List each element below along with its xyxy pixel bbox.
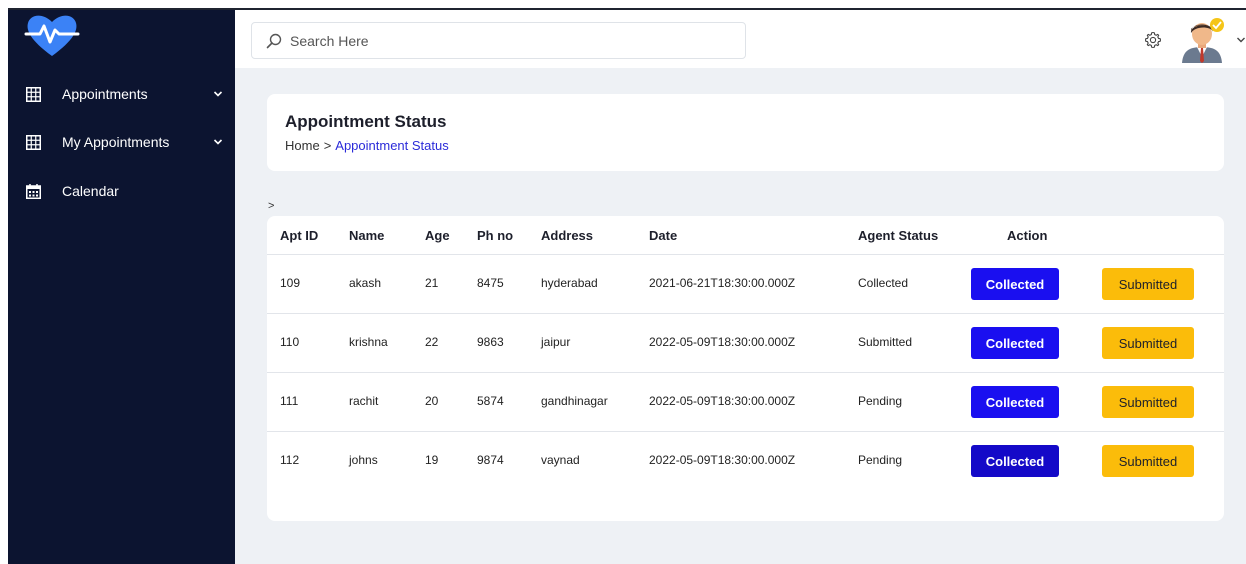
stray-text: >: [268, 200, 275, 212]
cell-address: hyderabad: [541, 276, 598, 290]
page-title: Appointment Status: [285, 112, 447, 131]
chevron-down-icon[interactable]: [1236, 36, 1246, 44]
column-header-date: Date: [649, 228, 678, 243]
user-avatar[interactable]: [1179, 17, 1225, 63]
sidebar: Appointments My Appointments Calendar: [8, 10, 235, 564]
cell-name: akash: [349, 276, 382, 290]
table-row: 111 rachit 20 5874 gandhinagar 2022-05-0…: [267, 373, 1224, 432]
cell-address: vaynad: [541, 453, 580, 467]
collected-button[interactable]: Collected: [971, 445, 1059, 477]
submitted-button[interactable]: Submitted: [1102, 268, 1194, 300]
sidebar-item-my-appointments[interactable]: My Appointments: [8, 127, 235, 157]
cell-age: 22: [425, 335, 439, 349]
cell-apt-id: 110: [280, 335, 300, 349]
collected-button[interactable]: Collected: [971, 386, 1059, 418]
cell-agent-status: Pending: [858, 394, 903, 408]
column-header-action: Action: [1007, 228, 1048, 243]
cell-name: rachit: [349, 394, 379, 408]
cell-age: 21: [425, 276, 439, 290]
cell-date: 2022-05-09T18:30:00.000Z: [649, 453, 796, 467]
search-box[interactable]: [251, 22, 746, 59]
table-row: 112 johns 19 9874 vaynad 2022-05-09T18:3…: [267, 432, 1224, 491]
grid-table-icon: [26, 134, 41, 150]
search-icon: [266, 33, 282, 49]
breadcrumb: Home > Appointment Status: [285, 138, 449, 153]
sidebar-item-appointments[interactable]: Appointments: [8, 79, 235, 109]
submitted-button[interactable]: Submitted: [1102, 327, 1194, 359]
cell-address: jaipur: [541, 335, 571, 349]
cell-name: johns: [349, 453, 378, 467]
column-header-age: Age: [425, 228, 450, 243]
cell-name: krishna: [349, 335, 388, 349]
column-header-address: Address: [541, 228, 594, 243]
cell-age: 19: [425, 453, 439, 467]
column-header-name: Name: [349, 228, 385, 243]
cell-address: gandhinagar: [541, 394, 608, 408]
chevron-down-icon: [213, 91, 223, 97]
cell-phone: 9863: [477, 335, 504, 349]
appointments-table: Apt ID Name Age Ph no Address Date Agent…: [267, 216, 1224, 521]
submitted-button[interactable]: Submitted: [1102, 386, 1194, 418]
gear-icon[interactable]: [1144, 31, 1162, 49]
chevron-down-icon: [213, 139, 223, 145]
column-header-phone: Ph no: [477, 228, 514, 243]
grid-table-icon: [26, 86, 41, 102]
sidebar-item-calendar[interactable]: Calendar: [8, 176, 235, 206]
search-input[interactable]: [290, 23, 730, 58]
column-header-apt-id: Apt ID: [280, 228, 319, 243]
cell-apt-id: 109: [280, 276, 301, 290]
calendar-icon: [26, 183, 41, 199]
cell-apt-id: 111: [280, 394, 299, 408]
cell-apt-id: 112: [280, 453, 300, 467]
cell-phone: 5874: [477, 394, 504, 408]
table-row: 109 akash 21 8475 hyderabad 2021-06-21T1…: [267, 255, 1224, 314]
submitted-button[interactable]: Submitted: [1102, 445, 1194, 477]
cell-agent-status: Pending: [858, 453, 903, 467]
cell-age: 20: [425, 394, 439, 408]
cell-agent-status: Submitted: [858, 335, 913, 349]
cell-date: 2022-05-09T18:30:00.000Z: [649, 335, 796, 349]
breadcrumb-separator: >: [323, 138, 332, 153]
cell-date: 2022-05-09T18:30:00.000Z: [649, 394, 796, 408]
cell-phone: 8475: [477, 276, 504, 290]
cell-agent-status: Collected: [858, 276, 909, 290]
sidebar-item-label: Appointments: [62, 86, 148, 102]
collected-button[interactable]: Collected: [971, 268, 1059, 300]
sidebar-item-label: Calendar: [62, 183, 119, 199]
top-bar: [235, 10, 1246, 68]
breadcrumb-current-link[interactable]: Appointment Status: [335, 138, 448, 153]
page-header-card: Appointment Status Home > Appointment St…: [267, 94, 1224, 171]
sidebar-item-label: My Appointments: [62, 134, 170, 150]
table-row: 110 krishna 22 9863 jaipur 2022-05-09T18…: [267, 314, 1224, 373]
heart-pulse-logo-icon: [24, 15, 80, 56]
collected-button[interactable]: Collected: [971, 327, 1059, 359]
breadcrumb-home-link[interactable]: Home: [285, 138, 320, 153]
cell-phone: 9874: [477, 453, 504, 467]
cell-date: 2021-06-21T18:30:00.000Z: [649, 276, 796, 290]
column-header-agent-status: Agent Status: [858, 228, 939, 243]
